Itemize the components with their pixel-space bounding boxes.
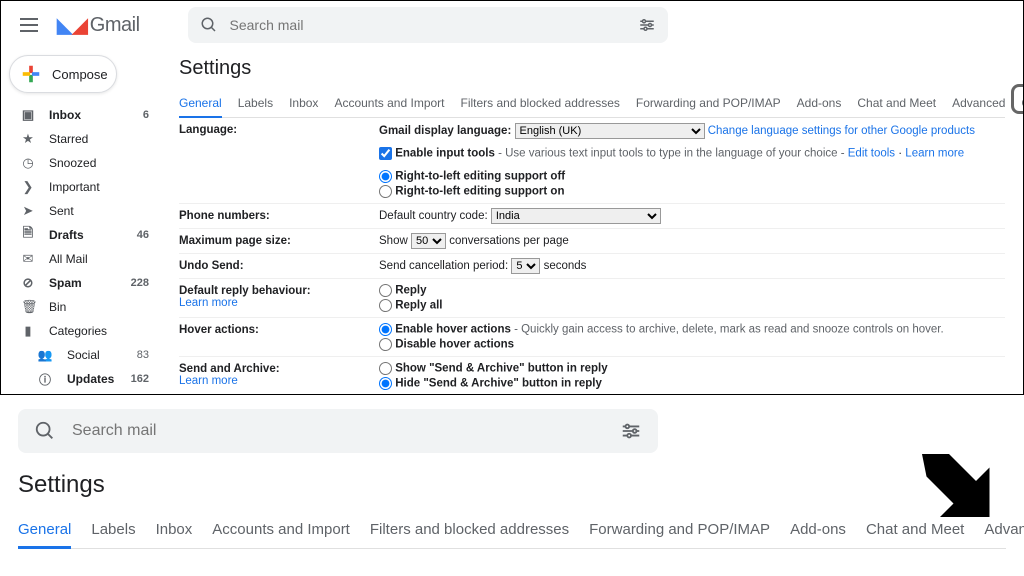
search-bar-zoom[interactable]: [18, 409, 658, 453]
gmail-wordmark: Gmail: [90, 14, 140, 37]
search-icon: [200, 16, 218, 34]
sidebar: Compose ▣ Inbox 6 ★ Starred ◷ Snoozed ❯ …: [1, 49, 161, 394]
mail-icon: ✉: [21, 251, 35, 267]
settings-title: Settings: [179, 57, 1005, 80]
header: ◣◢ Gmail: [1, 1, 1023, 49]
tab-forwarding-zoom[interactable]: Forwarding and POP/IMAP: [589, 513, 770, 548]
tab-inbox-zoom[interactable]: Inbox: [156, 513, 193, 548]
info-icon: ⓘ: [37, 371, 53, 388]
compose-label: Compose: [52, 67, 108, 82]
pagesize-label: Maximum page size:: [179, 233, 379, 249]
sidebar-item-bin[interactable]: 🗑 Bin: [1, 295, 161, 319]
tab-accounts-zoom[interactable]: Accounts and Import: [212, 513, 350, 548]
settings-title-zoom: Settings: [18, 471, 1006, 499]
search-bar[interactable]: [188, 7, 668, 43]
sidebar-item-drafts[interactable]: 🗎 Drafts 46: [1, 223, 161, 247]
language-label: Language:: [179, 122, 379, 199]
gmail-logo[interactable]: ◣◢ Gmail: [57, 13, 140, 38]
tab-addons-zoom[interactable]: Add-ons: [790, 513, 846, 548]
hamburger-icon: [20, 24, 38, 26]
search-options-icon[interactable]: [638, 16, 656, 34]
archive-label: Send and Archive: Learn more: [179, 361, 379, 391]
settings-form: Language: Gmail display language: Englis…: [179, 118, 1005, 394]
search-options-icon[interactable]: [620, 420, 642, 442]
plus-icon: [20, 63, 42, 85]
settings-tabs-zoom: General Labels Inbox Accounts and Import…: [18, 513, 1006, 549]
sidebar-item-inbox[interactable]: ▣ Inbox 6: [1, 103, 161, 127]
drafts-icon: 🗎: [21, 224, 35, 246]
sidebar-item-updates[interactable]: ⓘ Updates 162: [1, 367, 161, 391]
sent-icon: ➤: [21, 203, 35, 219]
star-icon: ★: [21, 131, 35, 147]
edit-tools-link[interactable]: Edit tools: [848, 148, 895, 160]
sidebar-item-social[interactable]: 👥 Social 83: [1, 343, 161, 367]
undo-period-select[interactable]: 5: [511, 258, 540, 274]
search-icon: [34, 420, 56, 442]
country-code-select[interactable]: India: [491, 208, 661, 224]
main-menu-button[interactable]: [9, 5, 49, 45]
sidebar-item-important[interactable]: ❯ Important: [1, 175, 161, 199]
change-language-link[interactable]: Change language settings for other Googl…: [708, 125, 975, 137]
tab-labels-zoom[interactable]: Labels: [91, 513, 135, 548]
tab-accounts[interactable]: Accounts and Import: [334, 90, 444, 117]
tab-inbox[interactable]: Inbox: [289, 90, 318, 117]
inbox-icon: ▣: [21, 107, 35, 123]
undo-label: Undo Send:: [179, 258, 379, 274]
tag-icon: ▮: [21, 323, 35, 339]
clock-icon: ◷: [21, 155, 35, 171]
phone-label: Phone numbers:: [179, 208, 379, 224]
rtl-on-radio[interactable]: [379, 185, 392, 198]
tab-addons[interactable]: Add-ons: [797, 90, 842, 117]
reply-all-radio[interactable]: [379, 299, 392, 312]
arrow-annotation-icon: [904, 445, 994, 535]
sidebar-item-all-mail[interactable]: ✉ All Mail: [1, 247, 161, 271]
tab-offline[interactable]: Offline: [1021, 90, 1023, 117]
hover-disable-radio[interactable]: [379, 338, 392, 351]
search-input-zoom[interactable]: [72, 422, 604, 440]
sidebar-item-sent[interactable]: ➤ Sent: [1, 199, 161, 223]
tab-chat[interactable]: Chat and Meet: [857, 90, 936, 117]
pagesize-select[interactable]: 50: [411, 233, 446, 249]
compose-button[interactable]: Compose: [9, 55, 117, 93]
enable-input-tools-checkbox[interactable]: [379, 147, 392, 160]
settings-tabs: General Labels Inbox Accounts and Import…: [179, 90, 1005, 118]
hover-label: Hover actions:: [179, 322, 379, 352]
sidebar-item-categories[interactable]: ▮ Categories: [1, 319, 161, 343]
enable-input-tools-label: Enable input tools: [395, 148, 495, 160]
reply-label: Default reply behaviour: Learn more: [179, 283, 379, 313]
tab-filters-zoom[interactable]: Filters and blocked addresses: [370, 513, 569, 548]
display-language-label: Gmail display language:: [379, 125, 511, 137]
people-icon: 👥: [37, 348, 53, 362]
language-learn-more-link[interactable]: Learn more: [905, 148, 964, 160]
reply-radio[interactable]: [379, 284, 392, 297]
sidebar-item-snoozed[interactable]: ◷ Snoozed: [1, 151, 161, 175]
tab-advanced[interactable]: Advanced: [952, 90, 1005, 117]
tab-general[interactable]: General: [179, 90, 222, 118]
language-select[interactable]: English (UK): [515, 123, 705, 139]
gmail-settings-window: ◣◢ Gmail Compose ▣ Inbox 6 ★: [0, 0, 1024, 395]
archive-hide-radio[interactable]: [379, 377, 392, 390]
sidebar-item-spam[interactable]: ⊘ Spam 228: [1, 271, 161, 295]
rtl-off-radio[interactable]: [379, 170, 392, 183]
reply-learn-more-link[interactable]: Learn more: [179, 297, 379, 309]
important-icon: ❯: [21, 179, 35, 195]
tab-forwarding[interactable]: Forwarding and POP/IMAP: [636, 90, 781, 117]
archive-learn-more-link[interactable]: Learn more: [179, 375, 379, 387]
archive-show-radio[interactable]: [379, 362, 392, 375]
settings-panel: Settings General Labels Inbox Accounts a…: [161, 49, 1023, 394]
hover-enable-radio[interactable]: [379, 323, 392, 336]
gmail-m-icon: ◣◢: [57, 13, 88, 38]
tab-general-zoom[interactable]: General: [18, 513, 71, 549]
search-input[interactable]: [230, 17, 626, 33]
spam-icon: ⊘: [21, 275, 35, 291]
tab-labels[interactable]: Labels: [238, 90, 273, 117]
bin-icon: 🗑: [21, 299, 35, 315]
zoom-panel: Settings General Labels Inbox Accounts a…: [0, 395, 1024, 559]
tab-filters[interactable]: Filters and blocked addresses: [461, 90, 620, 117]
sidebar-item-starred[interactable]: ★ Starred: [1, 127, 161, 151]
